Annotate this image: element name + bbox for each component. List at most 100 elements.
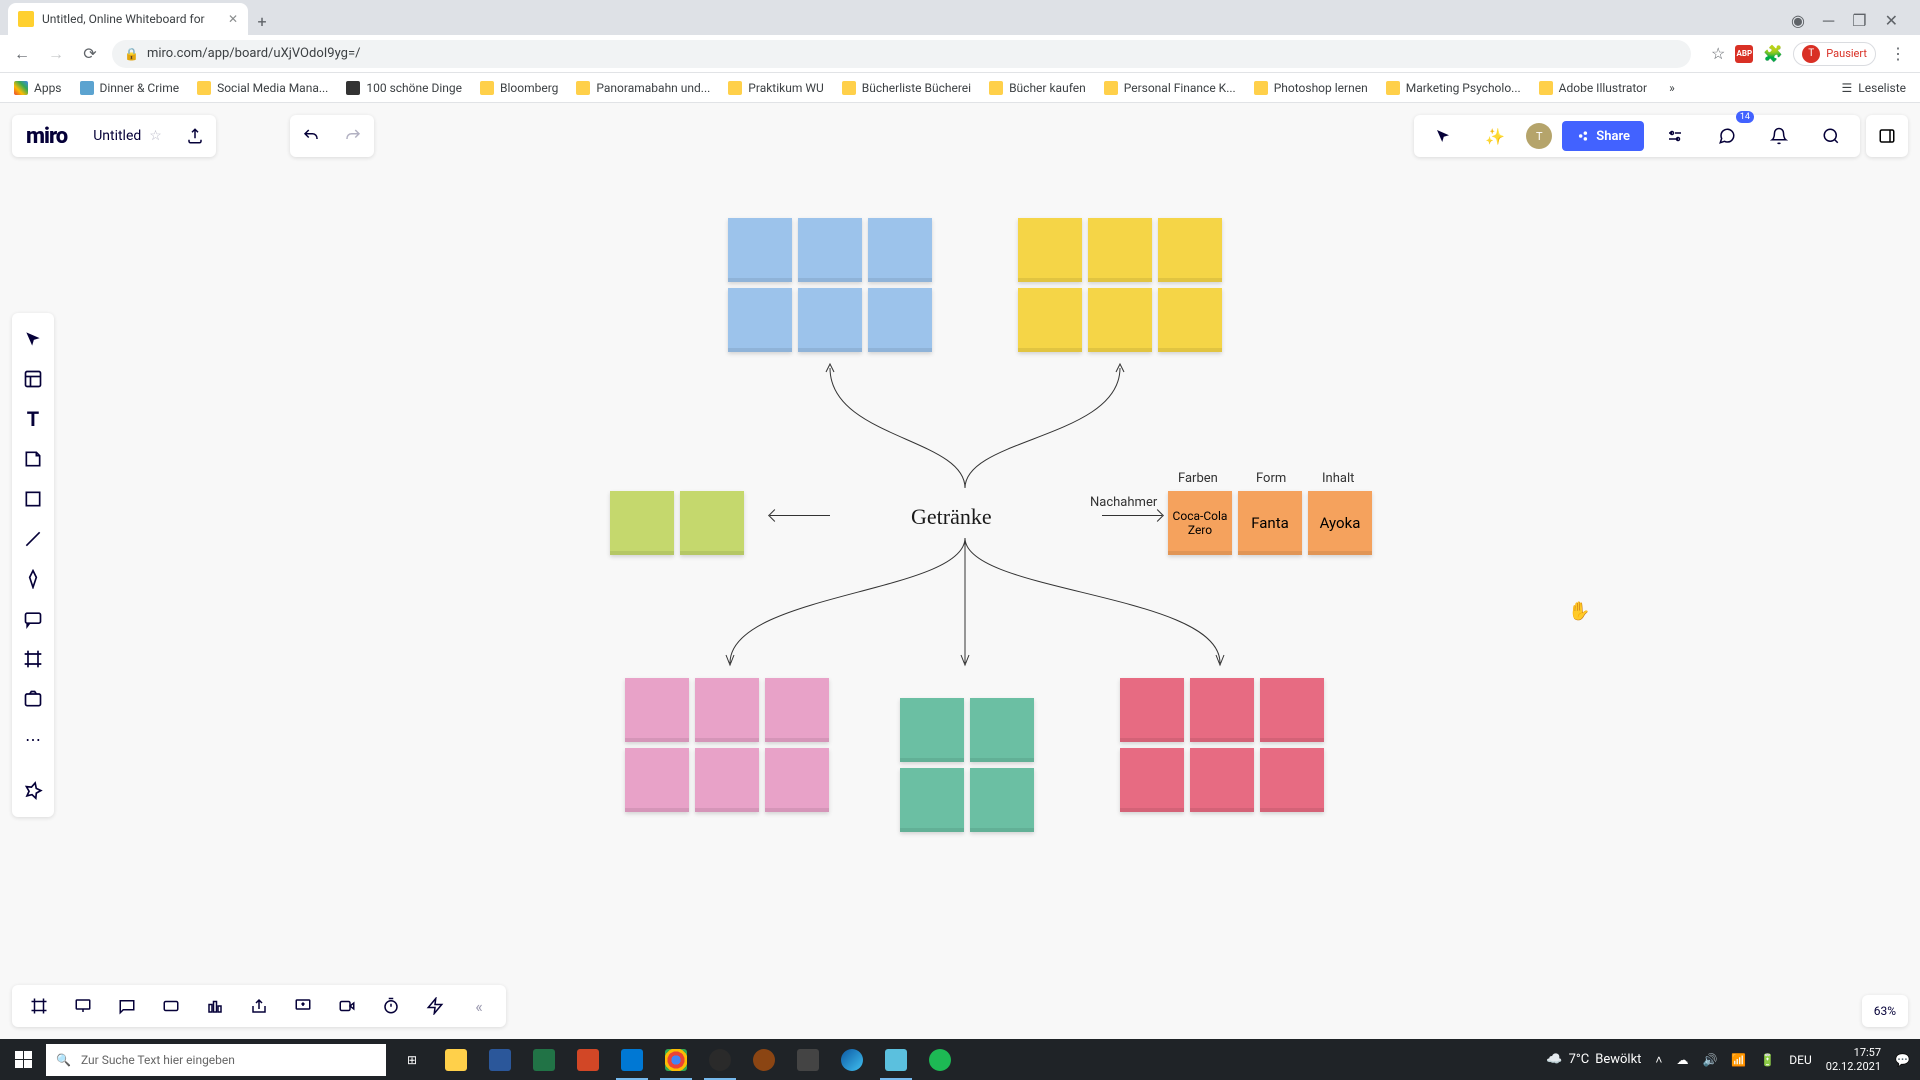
sticky-orange[interactable]: Ayoka: [1308, 491, 1372, 555]
app-icon[interactable]: [744, 1039, 784, 1080]
sticky-red[interactable]: [1190, 678, 1254, 742]
sticky-pink[interactable]: [625, 678, 689, 742]
arrow-left[interactable]: [770, 515, 830, 516]
reading-list-button[interactable]: ☰Leseliste: [1842, 81, 1906, 95]
app-icon[interactable]: [788, 1039, 828, 1080]
bookmark-item[interactable]: Panoramabahn und...: [576, 81, 710, 95]
forward-button[interactable]: →: [44, 42, 68, 66]
sticky-blue[interactable]: [728, 218, 792, 282]
sticky-pink[interactable]: [625, 748, 689, 812]
sticky-yellow[interactable]: [1158, 288, 1222, 352]
word-icon[interactable]: [480, 1039, 520, 1080]
nachahmer-label[interactable]: Nachahmer: [1090, 495, 1157, 510]
sticky-blue[interactable]: [868, 218, 932, 282]
sticky-red[interactable]: [1260, 678, 1324, 742]
sticky-yellow[interactable]: [1088, 218, 1152, 282]
col-label-form[interactable]: Form: [1256, 471, 1286, 486]
task-view-icon[interactable]: ⊞: [392, 1039, 432, 1080]
close-window-icon[interactable]: ✕: [1885, 11, 1898, 31]
sticky-lime[interactable]: [610, 491, 674, 555]
bookmark-item[interactable]: Bloomberg: [480, 81, 558, 95]
action-center-icon[interactable]: 💬: [1895, 1053, 1910, 1067]
sticky-red[interactable]: [1260, 748, 1324, 812]
opera-icon[interactable]: [700, 1039, 740, 1080]
canvas-content[interactable]: Getränke Nachahmer Farben Form Inhalt Co…: [0, 103, 1920, 1039]
battery-icon[interactable]: 🔋: [1760, 1053, 1775, 1067]
sticky-yellow[interactable]: [1018, 288, 1082, 352]
bookmark-item[interactable]: 100 schöne Dinge: [346, 81, 462, 95]
reload-button[interactable]: ⟳: [78, 42, 102, 66]
center-topic[interactable]: Getränke: [911, 504, 992, 530]
bookmark-star-icon[interactable]: ☆: [1711, 44, 1725, 63]
sticky-red[interactable]: [1120, 748, 1184, 812]
taskbar-search[interactable]: 🔍 Zur Suche Text hier eingeben: [46, 1044, 386, 1076]
bookmark-apps[interactable]: Apps: [14, 81, 62, 95]
record-icon[interactable]: ◉: [1791, 11, 1805, 31]
new-tab-button[interactable]: +: [248, 12, 276, 35]
clock[interactable]: 17:57 02.12.2021: [1826, 1046, 1881, 1072]
col-label-farben[interactable]: Farben: [1178, 471, 1218, 486]
onedrive-icon[interactable]: ☁: [1676, 1053, 1688, 1067]
omnibox[interactable]: 🔒 miro.com/app/board/uXjVOdoI9yg=/: [112, 40, 1691, 68]
profile-chip[interactable]: T Pausiert: [1793, 42, 1876, 66]
sticky-pink[interactable]: [695, 748, 759, 812]
weather-widget[interactable]: ☁️ 7°C Bewölkt: [1546, 1052, 1641, 1067]
file-explorer-icon[interactable]: [436, 1039, 476, 1080]
bookmark-item[interactable]: Bücherliste Bücherei: [842, 81, 971, 95]
language-indicator[interactable]: DEU: [1789, 1053, 1811, 1067]
sticky-orange[interactable]: Fanta: [1238, 491, 1302, 555]
bookmark-item[interactable]: Photoshop lernen: [1254, 81, 1368, 95]
sticky-yellow[interactable]: [1158, 218, 1222, 282]
sticky-yellow[interactable]: [1088, 288, 1152, 352]
bookmarks-overflow-icon[interactable]: »: [1669, 81, 1675, 95]
sticky-pink[interactable]: [695, 678, 759, 742]
sticky-red[interactable]: [1120, 678, 1184, 742]
sticky-teal[interactable]: [970, 768, 1034, 832]
connector-top[interactable]: [820, 358, 1140, 498]
mail-icon[interactable]: [612, 1039, 652, 1080]
maximize-icon[interactable]: ❐: [1852, 11, 1866, 31]
chrome-icon[interactable]: [656, 1039, 696, 1080]
sticky-teal[interactable]: [900, 698, 964, 762]
sticky-blue[interactable]: [868, 288, 932, 352]
bookmark-item[interactable]: Marketing Psycholo...: [1386, 81, 1521, 95]
sticky-blue[interactable]: [798, 288, 862, 352]
bookmark-item[interactable]: Adobe Illustrator: [1539, 81, 1647, 95]
bookmark-item[interactable]: Dinner & Crime: [80, 81, 180, 95]
abp-extension-icon[interactable]: ABP: [1735, 45, 1753, 63]
wifi-icon[interactable]: 📶: [1731, 1053, 1746, 1067]
profile-status: Pausiert: [1826, 47, 1867, 60]
sticky-blue[interactable]: [728, 288, 792, 352]
connector-bottom[interactable]: [700, 533, 1240, 673]
spotify-icon[interactable]: [920, 1039, 960, 1080]
extensions-icon[interactable]: 🧩: [1763, 44, 1783, 63]
miro-canvas-surface[interactable]: miro Untitled ☆ ✨ T Share 14 T: [0, 103, 1920, 1039]
volume-icon[interactable]: 🔊: [1702, 1053, 1717, 1067]
sticky-teal[interactable]: [970, 698, 1034, 762]
sticky-pink[interactable]: [765, 678, 829, 742]
tray-chevron-icon[interactable]: ˄: [1655, 1053, 1662, 1067]
sticky-red[interactable]: [1190, 748, 1254, 812]
sticky-teal[interactable]: [900, 768, 964, 832]
sticky-blue[interactable]: [798, 218, 862, 282]
notepad-icon[interactable]: [876, 1039, 916, 1080]
bookmark-item[interactable]: Bücher kaufen: [989, 81, 1086, 95]
sticky-yellow[interactable]: [1018, 218, 1082, 282]
excel-icon[interactable]: [524, 1039, 564, 1080]
browser-tab[interactable]: Untitled, Online Whiteboard for ✕: [8, 3, 248, 35]
minimize-icon[interactable]: ─: [1823, 11, 1834, 31]
col-label-inhalt[interactable]: Inhalt: [1322, 471, 1354, 486]
bookmark-item[interactable]: Praktikum WU: [728, 81, 823, 95]
kebab-menu-icon[interactable]: ⋮: [1886, 42, 1910, 66]
bookmark-item[interactable]: Personal Finance K...: [1104, 81, 1236, 95]
start-button[interactable]: [0, 1039, 46, 1080]
powerpoint-icon[interactable]: [568, 1039, 608, 1080]
sticky-orange[interactable]: Coca-Cola Zero: [1168, 491, 1232, 555]
arrow-right[interactable]: [1102, 515, 1162, 516]
bookmark-item[interactable]: Social Media Mana...: [197, 81, 328, 95]
sticky-lime[interactable]: [680, 491, 744, 555]
back-button[interactable]: ←: [10, 42, 34, 66]
edge-icon[interactable]: [832, 1039, 872, 1080]
close-tab-icon[interactable]: ✕: [228, 12, 238, 26]
sticky-pink[interactable]: [765, 748, 829, 812]
